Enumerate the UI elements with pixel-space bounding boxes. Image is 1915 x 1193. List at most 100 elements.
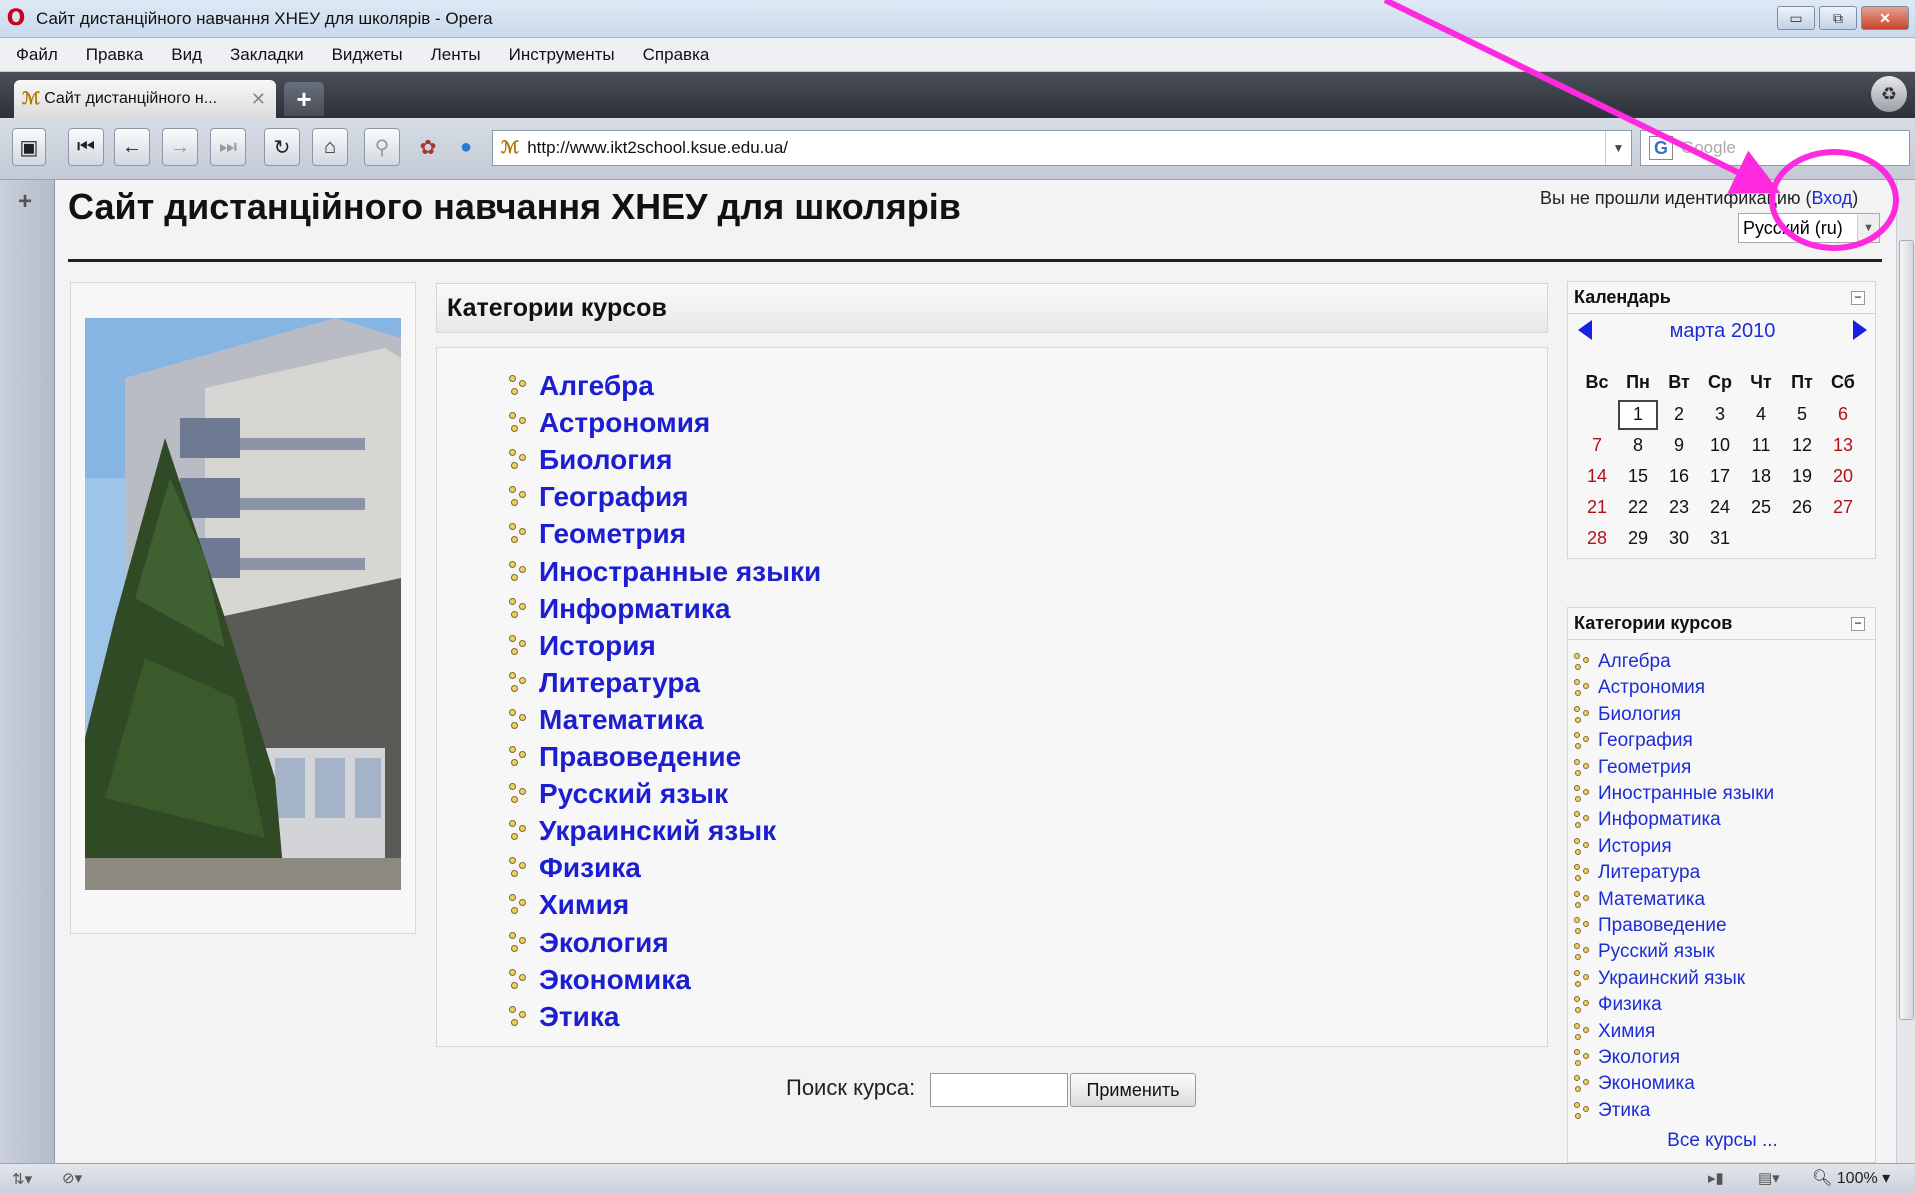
- category-link[interactable]: Экономика: [509, 962, 691, 998]
- restore-button[interactable]: ⧉: [1819, 6, 1857, 30]
- calendar-day[interactable]: 6: [1824, 404, 1862, 425]
- calendar-day[interactable]: 2: [1660, 404, 1698, 425]
- sidebar-category-link[interactable]: Математика: [1574, 888, 1705, 912]
- calendar-day[interactable]: 25: [1742, 497, 1780, 518]
- user-info-icon[interactable]: ●: [448, 128, 484, 166]
- next-month-icon[interactable]: [1853, 320, 1867, 340]
- language-select[interactable]: Русский (ru) ▼: [1738, 213, 1880, 243]
- course-search-input[interactable]: [930, 1073, 1068, 1107]
- sidebar-category-link[interactable]: Алгебра: [1574, 650, 1671, 674]
- sidebar-category-link[interactable]: Биология: [1574, 703, 1681, 727]
- sidebar-category-link[interactable]: Геометрия: [1574, 756, 1691, 780]
- menu-item[interactable]: Вид: [157, 45, 216, 65]
- calendar-day[interactable]: 10: [1701, 435, 1739, 456]
- sidebar-category-link[interactable]: Правоведение: [1574, 914, 1727, 938]
- calendar-day[interactable]: 5: [1783, 404, 1821, 425]
- sidebar-category-link[interactable]: История: [1574, 835, 1672, 859]
- category-link[interactable]: Украинский язык: [509, 813, 776, 849]
- sidebar-category-link[interactable]: Информатика: [1574, 808, 1721, 832]
- speaker-icon[interactable]: ▸▮: [1708, 1169, 1724, 1187]
- menu-item[interactable]: Правка: [72, 45, 157, 65]
- sidebar-category-link[interactable]: География: [1574, 729, 1693, 753]
- sidebar-category-link[interactable]: Экономика: [1574, 1072, 1695, 1096]
- login-link[interactable]: Вход: [1811, 188, 1852, 208]
- calendar-day[interactable]: 13: [1824, 435, 1862, 456]
- calendar-day[interactable]: 28: [1578, 528, 1616, 549]
- sidebar-category-link[interactable]: Литература: [1574, 861, 1700, 885]
- calendar-day[interactable]: 3: [1701, 404, 1739, 425]
- calendar-day[interactable]: 17: [1701, 466, 1739, 487]
- page-scrollbar[interactable]: [1896, 180, 1915, 1163]
- category-link[interactable]: Русский язык: [509, 776, 728, 812]
- category-link[interactable]: История: [509, 628, 656, 664]
- category-link[interactable]: Правоведение: [509, 739, 741, 775]
- scrollbar-thumb[interactable]: [1899, 240, 1914, 1020]
- zoom-control[interactable]: 🔍︎ 100% ▾: [1812, 1168, 1890, 1188]
- apply-search-button[interactable]: Применить: [1070, 1073, 1196, 1107]
- speed-dial-icon[interactable]: ✿: [410, 128, 446, 166]
- menu-item[interactable]: Ленты: [417, 45, 495, 65]
- closed-tabs-trash-icon[interactable]: ♻: [1871, 76, 1907, 112]
- add-panel-icon[interactable]: +: [18, 188, 32, 216]
- home-icon[interactable]: ⌂: [312, 128, 348, 166]
- wand-icon[interactable]: ⚲: [364, 128, 400, 166]
- calendar-day[interactable]: 23: [1660, 497, 1698, 518]
- calendar-day[interactable]: 31: [1701, 528, 1739, 549]
- collapse-categories-icon[interactable]: −: [1851, 617, 1865, 631]
- category-link[interactable]: Алгебра: [509, 368, 654, 404]
- calendar-day[interactable]: 20: [1824, 466, 1862, 487]
- menu-item[interactable]: Закладки: [216, 45, 318, 65]
- menu-item[interactable]: Файл: [16, 45, 72, 65]
- calendar-day[interactable]: 14: [1578, 466, 1616, 487]
- calendar-day[interactable]: 4: [1742, 404, 1780, 425]
- all-courses-link[interactable]: Все курсы ...: [1568, 1130, 1877, 1152]
- calendar-day[interactable]: 21: [1578, 497, 1616, 518]
- back-arrow-icon[interactable]: ←: [114, 128, 150, 166]
- panels-toggle-icon[interactable]: ▣: [12, 128, 46, 166]
- calendar-day[interactable]: 27: [1824, 497, 1862, 518]
- calendar-month[interactable]: марта 2010: [1568, 320, 1877, 343]
- calendar-day[interactable]: 29: [1619, 528, 1657, 549]
- category-link[interactable]: Химия: [509, 887, 629, 923]
- menu-item[interactable]: Виджеты: [318, 45, 417, 65]
- calendar-day[interactable]: 16: [1660, 466, 1698, 487]
- category-link[interactable]: Иностранные языки: [509, 554, 821, 590]
- collapse-calendar-icon[interactable]: −: [1851, 291, 1865, 305]
- calendar-day[interactable]: 26: [1783, 497, 1821, 518]
- calendar-day[interactable]: 30: [1660, 528, 1698, 549]
- rewind-icon[interactable]: ⏮: [68, 128, 104, 166]
- sidebar-category-link[interactable]: Украинский язык: [1574, 967, 1745, 991]
- category-link[interactable]: Литература: [509, 665, 700, 701]
- calendar-day[interactable]: 19: [1783, 466, 1821, 487]
- close-window-button[interactable]: ✕: [1861, 6, 1909, 30]
- calendar-day[interactable]: 24: [1701, 497, 1739, 518]
- category-link[interactable]: Геометрия: [509, 516, 686, 552]
- view-mode-icon[interactable]: ▤▾: [1758, 1169, 1780, 1187]
- tab-close-icon[interactable]: ✕: [251, 89, 266, 110]
- block-content-icon[interactable]: ⊘▾: [62, 1169, 82, 1187]
- calendar-day[interactable]: 15: [1619, 466, 1657, 487]
- sidebar-category-link[interactable]: Химия: [1574, 1020, 1655, 1044]
- forward-arrow-icon[interactable]: →: [162, 128, 198, 166]
- sidebar-category-link[interactable]: Экология: [1574, 1046, 1680, 1070]
- calendar-day[interactable]: 9: [1660, 435, 1698, 456]
- sidebar-category-link[interactable]: Физика: [1574, 993, 1662, 1017]
- calendar-day[interactable]: 11: [1742, 435, 1780, 456]
- sidebar-category-link[interactable]: Иностранные языки: [1574, 782, 1774, 806]
- calendar-day[interactable]: 22: [1619, 497, 1657, 518]
- sidebar-category-link[interactable]: Русский язык: [1574, 940, 1715, 964]
- calendar-day[interactable]: 8: [1619, 435, 1657, 456]
- fast-forward-icon[interactable]: ⏭: [210, 128, 246, 166]
- menu-item[interactable]: Справка: [629, 45, 724, 65]
- address-bar[interactable]: ℳ http://www.ikt2school.ksue.edu.ua/ ▼: [492, 130, 1632, 166]
- category-link[interactable]: Информатика: [509, 591, 730, 627]
- search-engine-field[interactable]: G Google: [1640, 130, 1910, 166]
- category-link[interactable]: Биология: [509, 442, 672, 478]
- calendar-day[interactable]: 7: [1578, 435, 1616, 456]
- reload-icon[interactable]: ↻: [264, 128, 300, 166]
- calendar-day[interactable]: 1: [1619, 404, 1657, 425]
- category-link[interactable]: Математика: [509, 702, 704, 738]
- new-tab-button[interactable]: +: [284, 82, 324, 116]
- category-link[interactable]: Экология: [509, 925, 669, 961]
- menu-item[interactable]: Инструменты: [495, 45, 629, 65]
